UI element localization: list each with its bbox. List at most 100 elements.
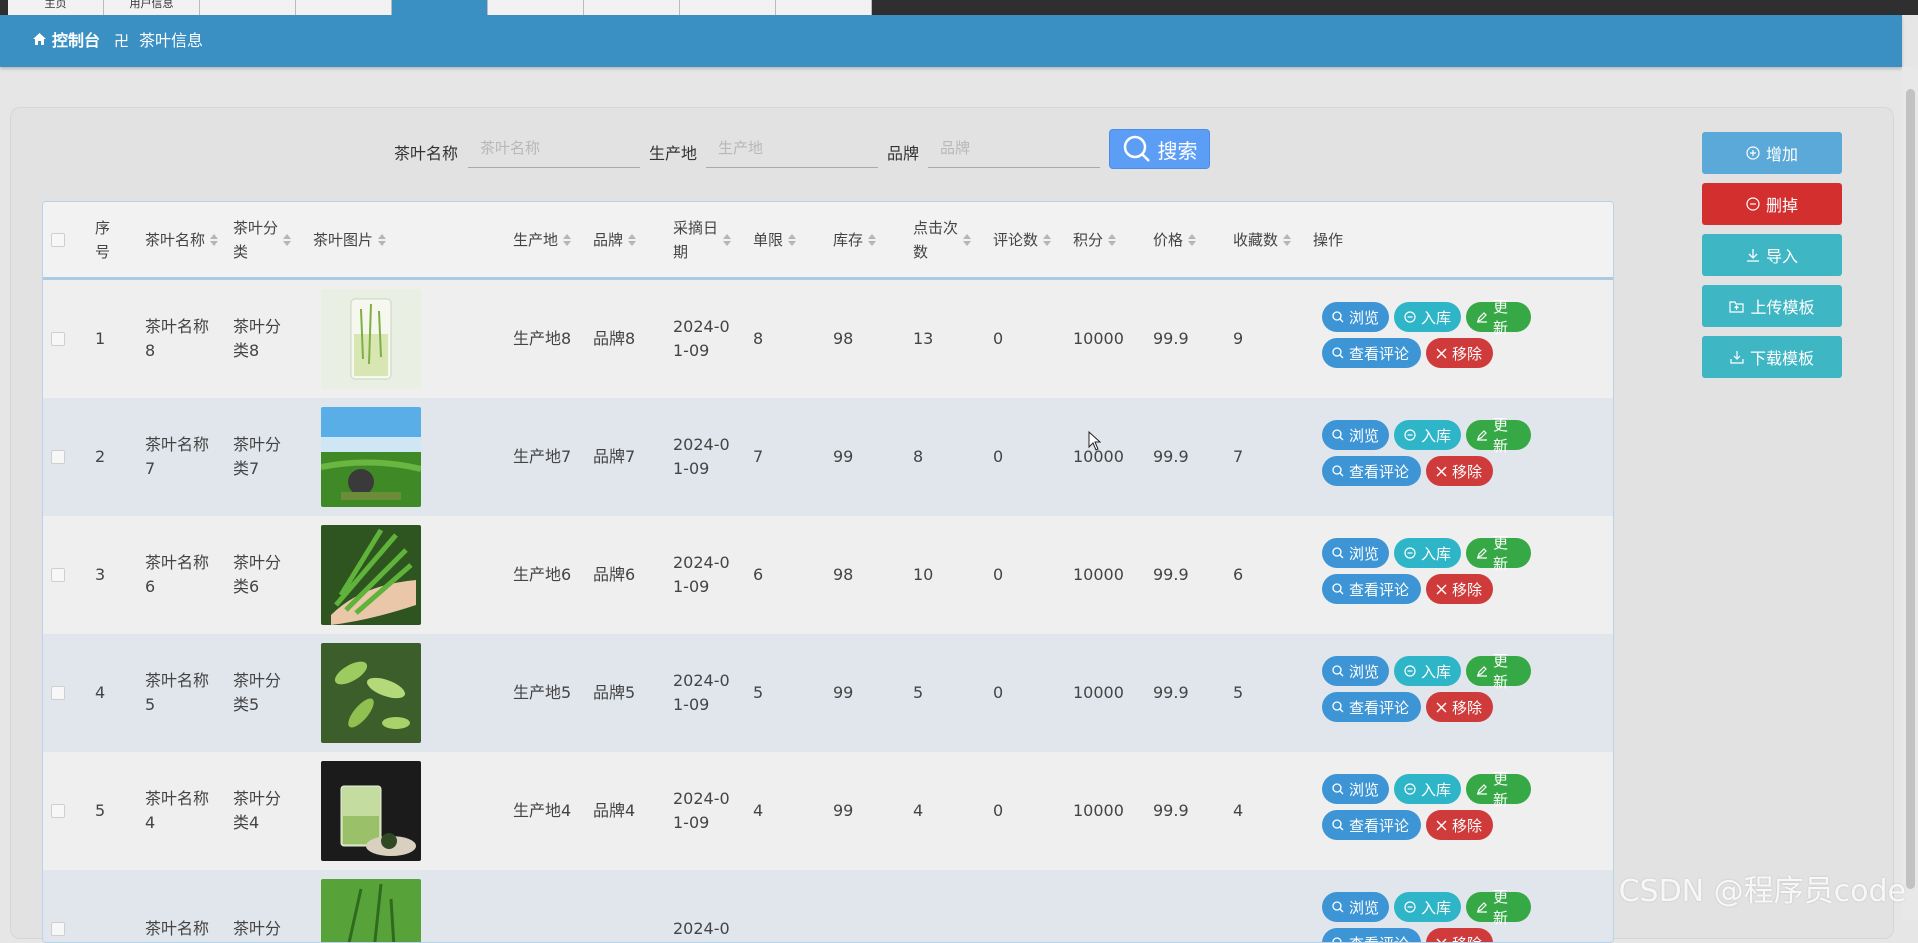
remove-label: 移除	[1452, 579, 1482, 600]
sort-caret-icon[interactable]	[788, 234, 797, 246]
page-scrollbar[interactable]	[1902, 67, 1918, 920]
column-header-pick-date[interactable]: 采摘日期	[673, 202, 743, 277]
breadcrumb-home-label: 控制台	[52, 31, 100, 50]
browse-button[interactable]: 浏览	[1322, 892, 1389, 922]
remove-button[interactable]: 移除	[1426, 338, 1493, 368]
update-button[interactable]: 更新	[1466, 420, 1531, 450]
tab-7[interactable]	[680, 0, 776, 15]
browse-button[interactable]: 浏览	[1322, 656, 1389, 686]
stock-in-button[interactable]: 入库	[1394, 420, 1461, 450]
sort-caret-icon[interactable]	[628, 234, 637, 246]
column-header-name[interactable]: 茶叶名称	[145, 202, 225, 277]
sort-caret-icon[interactable]	[1043, 234, 1052, 246]
tea-thumbnail[interactable]	[321, 289, 421, 389]
row-checkbox[interactable]	[51, 332, 65, 346]
row-checkbox[interactable]	[51, 450, 65, 464]
column-header-category[interactable]: 茶叶分类	[233, 202, 295, 277]
column-header-stock[interactable]: 库存	[833, 202, 913, 277]
tea-thumbnail[interactable]	[321, 643, 421, 743]
search-button[interactable]: 搜索	[1109, 129, 1210, 169]
stock-in-button[interactable]: 入库	[1394, 774, 1461, 804]
sort-caret-icon[interactable]	[868, 234, 877, 246]
table-row[interactable]: 茶叶名称茶叶分2024-0浏览入库更新查看评论移除	[43, 870, 1613, 943]
breadcrumb-home[interactable]: 控制台	[32, 15, 100, 67]
select-all-checkbox[interactable]	[51, 233, 65, 247]
sort-caret-icon[interactable]	[210, 234, 219, 246]
column-header-favorites[interactable]: 收藏数	[1233, 202, 1303, 277]
table-row[interactable]: 4茶叶名称5茶叶分类5生产地5品牌52024-01-09599501000099…	[43, 634, 1613, 752]
import-button[interactable]: 导入	[1702, 234, 1842, 276]
update-button[interactable]: 更新	[1466, 538, 1531, 568]
sort-caret-icon[interactable]	[1283, 234, 1292, 246]
tab-8[interactable]	[776, 0, 872, 15]
column-header-limit[interactable]: 单限	[753, 202, 833, 277]
view-reviews-button[interactable]: 查看评论	[1322, 338, 1421, 368]
view-reviews-button[interactable]: 查看评论	[1322, 928, 1421, 943]
remove-button[interactable]: 移除	[1426, 928, 1493, 943]
tab-4[interactable]	[392, 0, 488, 15]
download-template-button[interactable]: 下载模板	[1702, 336, 1842, 378]
tab-6[interactable]	[584, 0, 680, 15]
view-reviews-button[interactable]: 查看评论	[1322, 692, 1421, 722]
stock-in-button[interactable]: 入库	[1394, 892, 1461, 922]
column-header-image[interactable]: 茶叶图片	[313, 202, 443, 277]
search-brand-input[interactable]	[928, 128, 1100, 168]
column-header-brand[interactable]: 品牌	[593, 202, 663, 277]
tea-thumbnail[interactable]	[321, 407, 421, 507]
sort-caret-icon[interactable]	[1188, 234, 1197, 246]
tab-3[interactable]	[296, 0, 392, 15]
view-reviews-button[interactable]: 查看评论	[1322, 574, 1421, 604]
stock-in-button[interactable]: 入库	[1394, 656, 1461, 686]
update-button[interactable]: 更新	[1466, 892, 1531, 922]
stock-in-button[interactable]: 入库	[1394, 538, 1461, 568]
tab-5[interactable]	[488, 0, 584, 15]
sort-caret-icon[interactable]	[283, 234, 292, 246]
table-row[interactable]: 1茶叶名称8茶叶分类8生产地8品牌82024-01-09898130100009…	[43, 280, 1613, 398]
view-reviews-button[interactable]: 查看评论	[1322, 810, 1421, 840]
tea-thumbnail[interactable]	[321, 761, 421, 861]
table-row[interactable]: 5茶叶名称4茶叶分类4生产地4品牌42024-01-09499401000099…	[43, 752, 1613, 870]
row-checkbox[interactable]	[51, 568, 65, 582]
browse-button[interactable]: 浏览	[1322, 774, 1389, 804]
sort-caret-icon[interactable]	[723, 234, 732, 246]
scrollbar-thumb[interactable]	[1906, 89, 1915, 889]
stock-in-button[interactable]: 入库	[1394, 302, 1461, 332]
remove-button[interactable]: 移除	[1426, 456, 1493, 486]
add-button[interactable]: 增加	[1702, 132, 1842, 174]
column-header-points[interactable]: 积分	[1073, 202, 1153, 277]
tea-thumbnail[interactable]	[321, 525, 421, 625]
column-header-comments[interactable]: 评论数	[993, 202, 1063, 277]
sort-caret-icon[interactable]	[1108, 234, 1117, 246]
browse-button[interactable]: 浏览	[1322, 420, 1389, 450]
tea-thumbnail[interactable]	[321, 879, 421, 943]
search-origin-input[interactable]	[706, 128, 878, 168]
browse-button[interactable]: 浏览	[1322, 538, 1389, 568]
search-name-input[interactable]	[468, 128, 640, 168]
table-row[interactable]: 3茶叶名称6茶叶分类6生产地6品牌62024-01-09698100100009…	[43, 516, 1613, 634]
update-button[interactable]: 更新	[1466, 302, 1531, 332]
remove-button[interactable]: 移除	[1426, 810, 1493, 840]
sort-caret-icon[interactable]	[963, 234, 972, 246]
tab-2[interactable]	[200, 0, 296, 15]
row-checkbox-cell	[51, 752, 65, 870]
tab-0[interactable]: 主页	[8, 0, 104, 15]
upload-template-button[interactable]: 上传模板	[1702, 285, 1842, 327]
tab-1[interactable]: 用户信息	[104, 0, 200, 15]
browse-button[interactable]: 浏览	[1322, 302, 1389, 332]
row-checkbox[interactable]	[51, 922, 65, 936]
table-row[interactable]: 2茶叶名称7茶叶分类7生产地7品牌72024-01-09799801000099…	[43, 398, 1613, 516]
column-header-origin[interactable]: 生产地	[513, 202, 577, 277]
cell-brand: 品牌7	[593, 398, 635, 516]
remove-button[interactable]: 移除	[1426, 574, 1493, 604]
column-header-price[interactable]: 价格	[1153, 202, 1233, 277]
sort-caret-icon[interactable]	[378, 234, 387, 246]
delete-button[interactable]: 删掉	[1702, 183, 1842, 225]
remove-button[interactable]: 移除	[1426, 692, 1493, 722]
view-reviews-button[interactable]: 查看评论	[1322, 456, 1421, 486]
row-checkbox[interactable]	[51, 804, 65, 818]
update-button[interactable]: 更新	[1466, 774, 1531, 804]
sort-caret-icon[interactable]	[563, 234, 572, 246]
update-button[interactable]: 更新	[1466, 656, 1531, 686]
row-checkbox[interactable]	[51, 686, 65, 700]
column-header-clicks[interactable]: 点击次数	[913, 202, 983, 277]
